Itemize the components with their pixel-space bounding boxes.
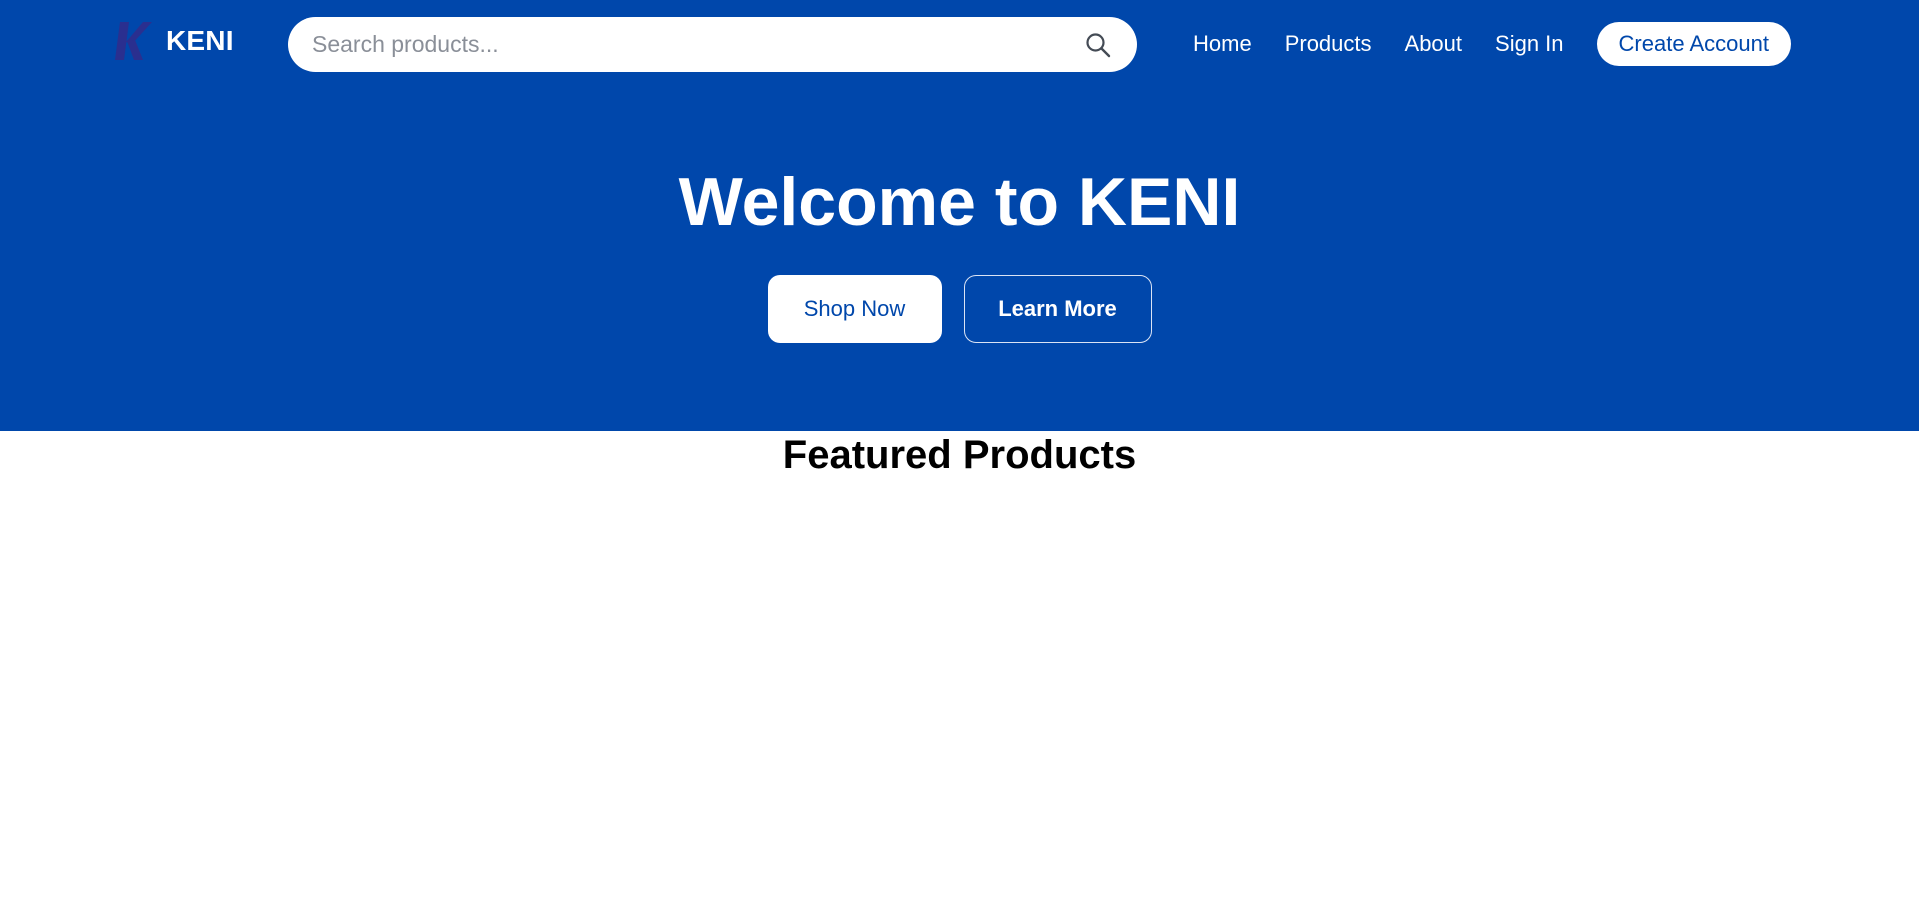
hero-actions: Shop Now Learn More [0, 275, 1919, 343]
brand-logo[interactable]: KENI [110, 18, 234, 64]
shop-now-button[interactable]: Shop Now [767, 275, 942, 343]
search-icon[interactable] [1081, 28, 1115, 62]
brand-name: KENI [166, 25, 234, 56]
hero-title: Welcome to KENI [678, 164, 1241, 240]
k-logo-icon [110, 18, 152, 64]
nav-item-products[interactable]: Products [1285, 31, 1372, 57]
featured-products-title: Featured Products [782, 433, 1137, 477]
nav-item-about[interactable]: About [1405, 31, 1463, 57]
main-nav: Home Products About Sign In Create Accou… [1193, 22, 1791, 66]
nav-item-sign-in[interactable]: Sign In [1495, 31, 1564, 57]
nav-item-home[interactable]: Home [1193, 31, 1252, 57]
create-account-button[interactable]: Create Account [1596, 22, 1791, 66]
hero-section: KENI Home Products About Sign In Create … [0, 0, 1919, 431]
search-input[interactable] [310, 17, 1081, 72]
learn-more-button[interactable]: Learn More [963, 275, 1152, 343]
search-bar [288, 17, 1137, 72]
